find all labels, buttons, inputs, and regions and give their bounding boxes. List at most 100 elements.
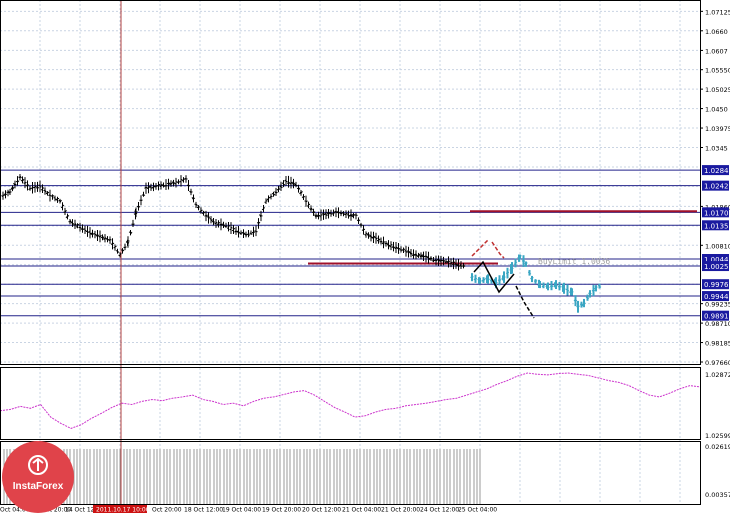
x-tick-label: 18 Oct 12:00 — [184, 507, 223, 513]
highlighted-time-label: 2011.10.17 10:00 — [96, 507, 150, 513]
price-bar-open — [166, 182, 169, 185]
price-bar-open — [18, 176, 21, 179]
forecast-bar-close — [529, 272, 532, 275]
osc-tick-label: 1.02599 — [705, 432, 730, 440]
price-bar-close — [270, 195, 273, 198]
price-bar-open — [254, 230, 257, 232]
brand-name: InstaForex — [12, 481, 64, 492]
price-bar-close — [308, 203, 311, 206]
y-tick-label: 0.97660 — [705, 359, 730, 367]
forecast-bar-close — [495, 281, 498, 284]
price-bar-open — [311, 211, 314, 214]
y-tick-label: 0.98710 — [705, 320, 730, 328]
price-bar-open — [156, 184, 159, 187]
price-bar-open — [176, 181, 179, 183]
price-bar-close — [365, 232, 368, 235]
price-bar-close — [52, 195, 55, 197]
price-bar-open — [83, 228, 86, 230]
price-bar-open — [354, 214, 357, 216]
price-bar-open — [209, 218, 212, 220]
y-tick-label: 1.03975 — [705, 125, 730, 133]
x-tick-label: 21 Oct 04:00 — [342, 507, 381, 513]
y-tick-label: 0.98185 — [705, 340, 730, 348]
forecast-bar-close — [499, 279, 502, 281]
price-bar-close — [5, 193, 8, 196]
forecast-bar-close — [525, 262, 528, 264]
forecast-bar-open — [518, 256, 521, 258]
logo-icon — [28, 455, 48, 475]
y-tick-label: 1.05025 — [705, 86, 730, 94]
x-tick-label: 19 Oct 04:00 — [222, 507, 261, 513]
x-tick-label: 21 Oct 20:00 — [381, 507, 420, 513]
y-tick-label: 1.0450 — [705, 106, 728, 114]
price-bar-close — [265, 200, 268, 202]
price-bar-open — [261, 208, 264, 211]
price-bar-close — [124, 246, 127, 248]
price-bar-open — [181, 179, 184, 182]
forecast-bar-close — [567, 289, 570, 292]
price-bar-open — [399, 249, 402, 251]
price-bar-open — [239, 232, 242, 235]
level-label: 0.9944 — [704, 293, 729, 301]
forecast-bar-close — [559, 286, 562, 288]
price-bar-close — [358, 219, 361, 222]
buy-limit-label: BuyLimit 1.0036 — [538, 257, 610, 266]
price-bar-close — [340, 212, 343, 215]
forecast-bar-close — [475, 278, 478, 280]
price-bar-close — [213, 221, 216, 223]
price-bar-open — [60, 206, 63, 209]
price-bar-open — [436, 258, 439, 261]
forex-chart: BuyLimit 1.0036 1.07125 1.0660 1.0607 1.055… — [0, 0, 730, 513]
level-label: 0.9976 — [704, 281, 729, 289]
time-axis-labels: Oct 04:0013 Oct 20:0014 Oct 12:002011.10… — [0, 505, 497, 513]
forecast-bar-open — [561, 286, 564, 288]
price-bar-open — [174, 182, 177, 185]
price-bar-close — [170, 182, 173, 185]
price-bar-open — [45, 192, 48, 195]
y-tick-label: 1.05550 — [705, 67, 730, 75]
price-bar-close — [27, 184, 30, 186]
x-tick-label: Oct 20:00 — [152, 507, 182, 513]
x-tick-label: 19 Oct 20:00 — [262, 507, 301, 513]
level-label: 1.0284 — [704, 167, 729, 175]
x-tick-label: 25 Oct 04:00 — [458, 507, 497, 513]
price-bar-close — [190, 191, 193, 193]
price-bar-open — [100, 236, 103, 239]
y-tick-label: 0.99235 — [705, 301, 730, 309]
level-label: 1.0170 — [704, 209, 729, 217]
y-tick-label: 1.0607 — [705, 47, 728, 55]
x-tick-label: 24 Oct 12:00 — [420, 507, 459, 513]
volume-tick-label: 0.00357 — [705, 491, 730, 499]
forecast-bar-open — [579, 304, 582, 306]
level-label: 1.0135 — [704, 222, 729, 230]
price-bar-open — [271, 192, 274, 195]
price-bar-close — [140, 199, 143, 202]
level-label: 0.9891 — [704, 313, 729, 321]
price-bar-close — [355, 214, 358, 216]
price-bar-open — [179, 180, 182, 183]
y-tick-label: 1.07125 — [705, 8, 730, 16]
level-label: 1.0242 — [704, 183, 729, 191]
y-tick-label: 1.0345 — [705, 144, 728, 152]
level-label: 1.0025 — [704, 263, 729, 271]
x-tick-label: 20 Oct 12:00 — [302, 507, 341, 513]
price-bar-open — [241, 231, 244, 234]
chart-background — [0, 0, 730, 513]
price-bar-open — [141, 194, 144, 196]
price-bar-open — [329, 212, 332, 215]
volume-tick-label: 0.02619 — [705, 443, 730, 451]
price-bar-open — [118, 254, 121, 257]
osc-tick-label: 1.02872 — [705, 371, 730, 379]
y-tick-label: 1.0660 — [705, 28, 728, 36]
price-bar-close — [388, 244, 391, 247]
forecast-bar-close — [471, 275, 474, 278]
price-bar-close — [24, 181, 27, 184]
price-bar-open — [23, 182, 26, 184]
price-bar-close — [218, 221, 221, 224]
instaforex-logo: InstaForex — [2, 441, 74, 513]
price-bar-open — [461, 265, 464, 267]
price-bar-close — [403, 248, 406, 251]
price-bar-close — [72, 223, 75, 225]
price-bar-close — [453, 261, 456, 264]
price-bar-close — [143, 194, 146, 197]
